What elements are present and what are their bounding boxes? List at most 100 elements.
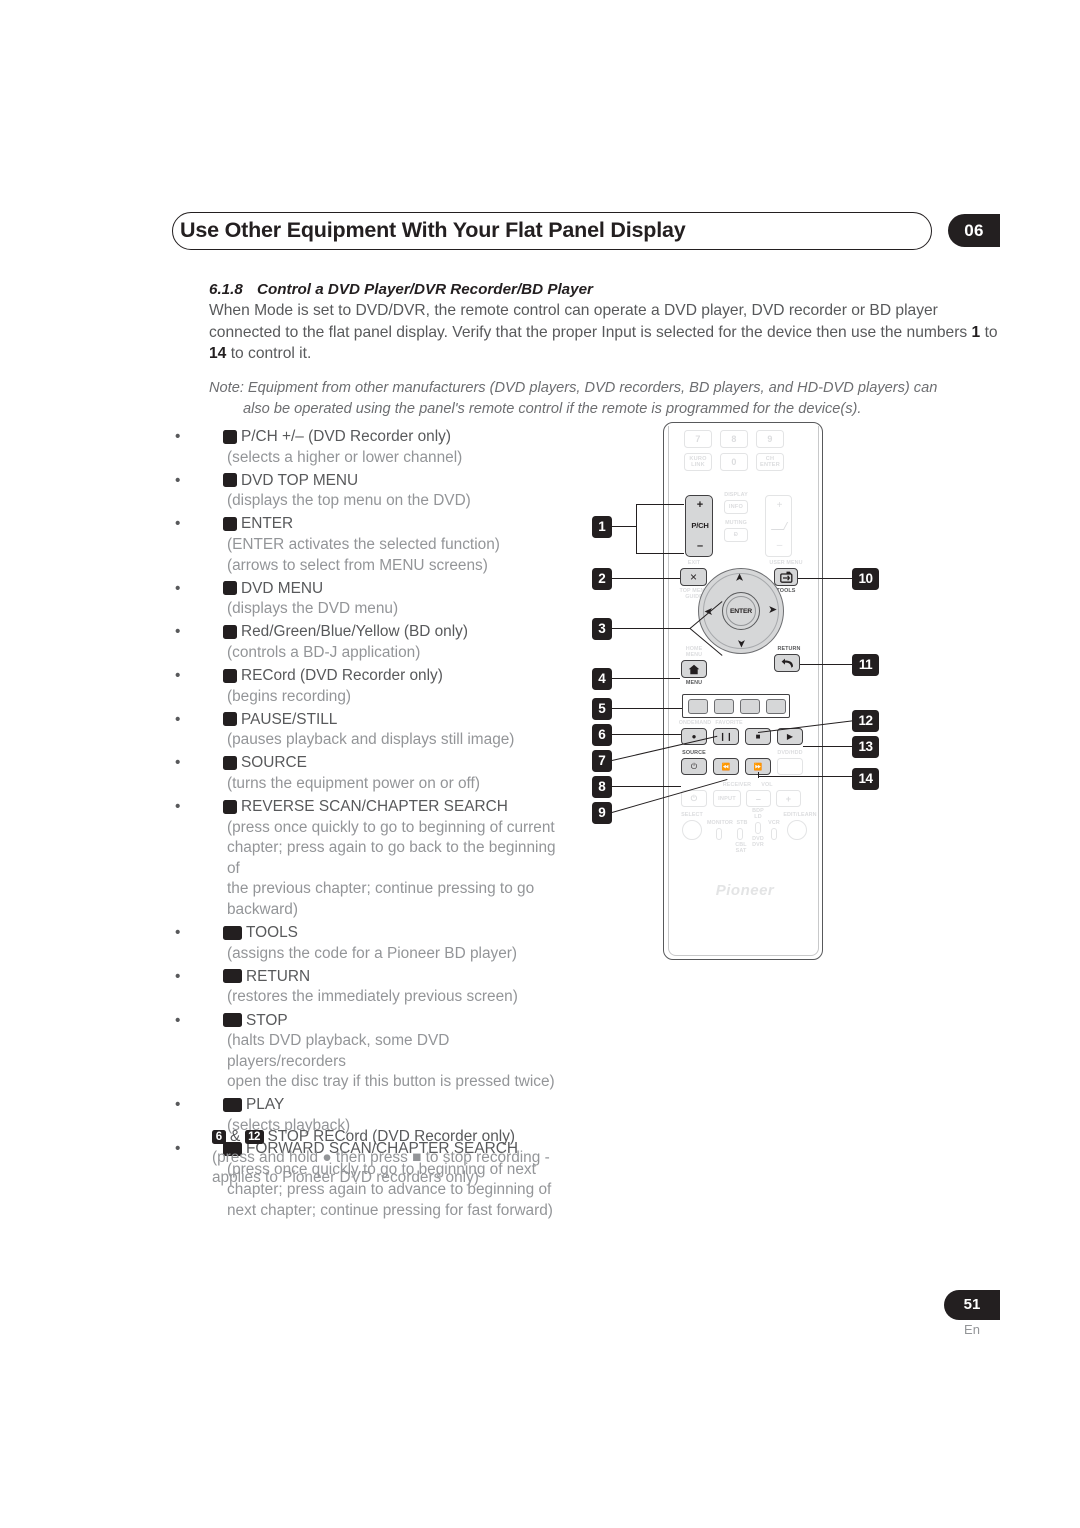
arrow-up-icon[interactable]: ➤	[734, 573, 746, 582]
arrow-right-icon[interactable]: ➤	[768, 605, 777, 616]
pch-minus-label: –	[696, 540, 704, 552]
leader-1-b	[636, 553, 684, 555]
key-receiver-input[interactable]: INPUT	[713, 790, 741, 807]
list-item-description: next chapter; continue pressing for fast…	[227, 1201, 553, 1219]
arrow-down-icon[interactable]: ➤	[735, 639, 747, 648]
callout-8: 8	[592, 776, 612, 798]
list-item-description: (ENTER activates the selected function)	[227, 535, 500, 553]
key-8[interactable]: 8	[720, 430, 748, 448]
list-item: • 9 REVERSE SCAN/CHAPTER SEARCH (press once…	[175, 797, 572, 921]
key-9[interactable]: 9	[756, 430, 784, 448]
select-label: SELECT	[681, 812, 703, 818]
bdp-label-2: LD	[754, 814, 762, 820]
intro-number-2: 14	[209, 345, 227, 363]
key-vol-up[interactable]: +	[776, 790, 801, 807]
leader-4	[612, 678, 680, 680]
list-item-description: (press once quickly to go to beginning o…	[227, 818, 555, 836]
key-skip-back[interactable]: ⏪	[713, 758, 739, 775]
key-ch-enter[interactable]: CH ENTER	[756, 453, 784, 471]
key-play[interactable]: ▶	[777, 728, 803, 745]
section-number: 6.1.8	[209, 281, 243, 298]
numbox-9: 9	[208, 799, 237, 814]
cbl-label-2: SAT	[735, 848, 747, 854]
list-item: • 10 TOOLS (assigns the code for a Pioneer …	[175, 923, 572, 964]
key-source-power[interactable]: ⏻	[681, 758, 707, 775]
key-dvd-hdd[interactable]	[777, 758, 803, 775]
pch-plus-label: +	[696, 499, 704, 511]
key-0[interactable]: 0	[720, 453, 748, 471]
home-icon	[688, 664, 700, 674]
leader-11	[800, 664, 852, 666]
list-item-description: backward)	[227, 901, 298, 919]
led-stb	[737, 828, 743, 840]
page-language: En	[964, 1322, 980, 1337]
list-item: • 5 Red/Green/Blue/Yellow (BD only) (contro…	[175, 622, 572, 663]
leader-3	[612, 628, 690, 630]
list-item-description: the previous chapter; continue pressing …	[227, 880, 535, 898]
list-item: • 2 DVD TOP MENU (displays the top menu on …	[175, 471, 572, 512]
leader-6	[612, 734, 681, 736]
stop-record-sub-1: (press and hold ● then press ■ to stop r…	[212, 1148, 550, 1166]
volume-plus-label: +	[776, 500, 783, 511]
list-item-label: RETURN	[246, 967, 311, 985]
list-item-label: DVD MENU	[241, 579, 324, 597]
intro-number-1: 1	[971, 323, 981, 341]
key-muting[interactable]: Ð	[724, 528, 748, 542]
key-receiver-power[interactable]: ⏻	[681, 790, 707, 807]
numbox-5: 5	[208, 624, 237, 639]
leader-8	[612, 786, 681, 788]
list-item-description: open the disc tray if this button is pre…	[227, 1073, 555, 1091]
color-button-yellow[interactable]	[766, 699, 786, 714]
ondemand-label: ONDEMAND	[678, 720, 712, 726]
vol-label: VOL	[761, 782, 773, 788]
list-item-description: (assigns the code for a Pioneer BD playe…	[227, 944, 518, 962]
select-dial[interactable]	[682, 820, 702, 840]
speaker-icon	[770, 522, 789, 530]
leader-5	[612, 708, 682, 710]
numbox-3: 3	[208, 516, 237, 531]
volume-rocker[interactable]: + –	[765, 495, 792, 557]
list-item-label: RECord (DVD Recorder only)	[241, 667, 443, 685]
list-item-heading: • 8 SOURCE	[175, 753, 572, 774]
key-7[interactable]: 7	[684, 430, 712, 448]
led-monitor	[716, 828, 722, 840]
list-item-description: (restores the immediately previous scree…	[227, 988, 518, 1006]
muting-label: MUTING	[725, 520, 747, 526]
color-button-red[interactable]	[688, 699, 708, 714]
callout-5: 5	[592, 698, 612, 720]
note-line-1: Note: Equipment from other manufacturers…	[209, 380, 938, 396]
key-enter[interactable]: ENTER	[722, 592, 760, 630]
list-item-label: TOOLS	[246, 924, 298, 942]
leader-1-t	[636, 504, 684, 506]
numbox-12: 12	[208, 1013, 242, 1028]
list-item: • 1 P/CH +/– (DVD Recorder only) (selects a…	[175, 427, 572, 468]
page-title: Use Other Equipment With Your Flat Panel…	[180, 218, 686, 242]
key-vol-down[interactable]: –	[746, 790, 771, 807]
edit-learn-dial[interactable]	[787, 820, 807, 840]
key-display-info[interactable]: INFO	[724, 500, 748, 514]
page-header: Use Other Equipment With Your Flat Panel…	[172, 212, 932, 252]
leader-13	[803, 746, 852, 748]
list-item-description: (arrows to select from MENU screens)	[227, 556, 488, 574]
home-menu-label-2: MENU	[685, 652, 703, 658]
source-label: SOURCE	[682, 750, 706, 756]
numbox-7: 7	[208, 712, 237, 727]
callout-14: 14	[852, 768, 879, 790]
section-heading: 6.1.8 Control a DVD Player/DVR Recorder/B…	[209, 281, 909, 298]
numbox-1: 1	[208, 429, 237, 444]
callout-4: 4	[592, 668, 612, 690]
key-return[interactable]	[774, 654, 800, 672]
key-kuro-link[interactable]: KURO LINK	[684, 453, 712, 471]
color-button-blue[interactable]	[740, 699, 760, 714]
color-button-green[interactable]	[714, 699, 734, 714]
list-item: • 12 STOP (halts DVD playback, some DVD pla…	[175, 1011, 572, 1093]
pch-rocker[interactable]: + P/CH –	[685, 495, 713, 557]
leader-2	[612, 578, 680, 580]
list-item-heading: • 12 STOP	[175, 1011, 572, 1032]
led-vcr	[771, 828, 777, 840]
monitor-label: MONITOR	[706, 820, 734, 826]
stop-record-label: STOP RECord (DVD Recorder only)	[267, 1128, 516, 1145]
key-menu[interactable]	[681, 660, 707, 678]
dvd-label-2: DVR	[752, 842, 764, 848]
list-item-heading: • 5 Red/Green/Blue/Yellow (BD only)	[175, 622, 572, 643]
